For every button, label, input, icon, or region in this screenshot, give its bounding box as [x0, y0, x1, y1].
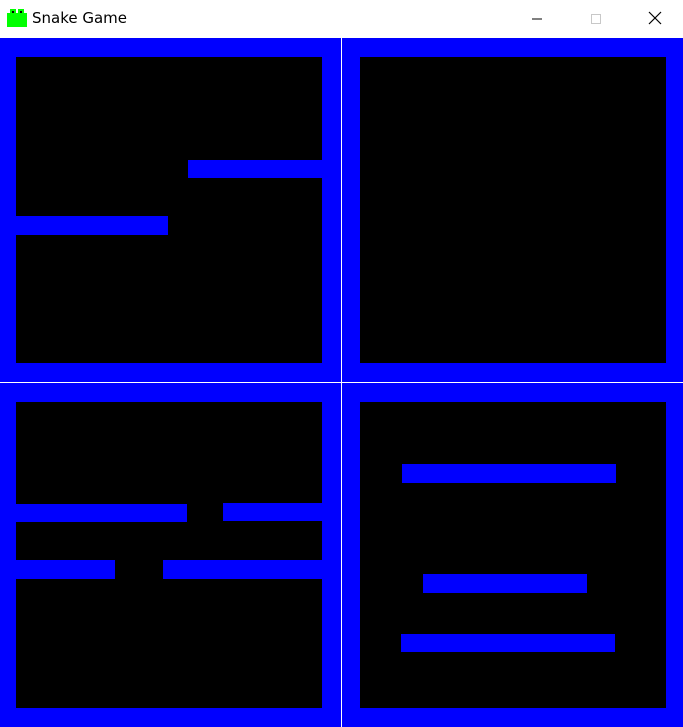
close-icon: [648, 10, 662, 29]
snake-icon: [6, 8, 28, 28]
wall-segment: [188, 160, 322, 178]
close-button[interactable]: [632, 0, 678, 38]
wall-segment: [16, 504, 187, 522]
level-3: [0, 383, 341, 727]
level-floor: [360, 57, 666, 363]
wall-segment: [163, 560, 322, 579]
level-floor: [360, 402, 666, 708]
level-2: [342, 38, 683, 382]
level-floor: [16, 57, 322, 363]
wall-segment: [402, 464, 616, 483]
wall-segment: [401, 634, 615, 652]
window-title: Snake Game: [32, 9, 128, 27]
wall-segment: [423, 574, 587, 593]
title-bar[interactable]: Snake Game: [0, 0, 683, 38]
wall-segment: [223, 503, 322, 521]
level-floor: [16, 402, 322, 708]
wall-segment: [16, 216, 168, 235]
maximize-button[interactable]: [573, 0, 619, 38]
game-board[interactable]: [0, 38, 683, 727]
minimize-button[interactable]: [514, 0, 560, 38]
level-1: [0, 38, 341, 382]
minimize-icon: [531, 10, 543, 29]
maximize-icon: [590, 10, 602, 29]
wall-segment: [16, 560, 115, 579]
level-4: [342, 383, 683, 727]
